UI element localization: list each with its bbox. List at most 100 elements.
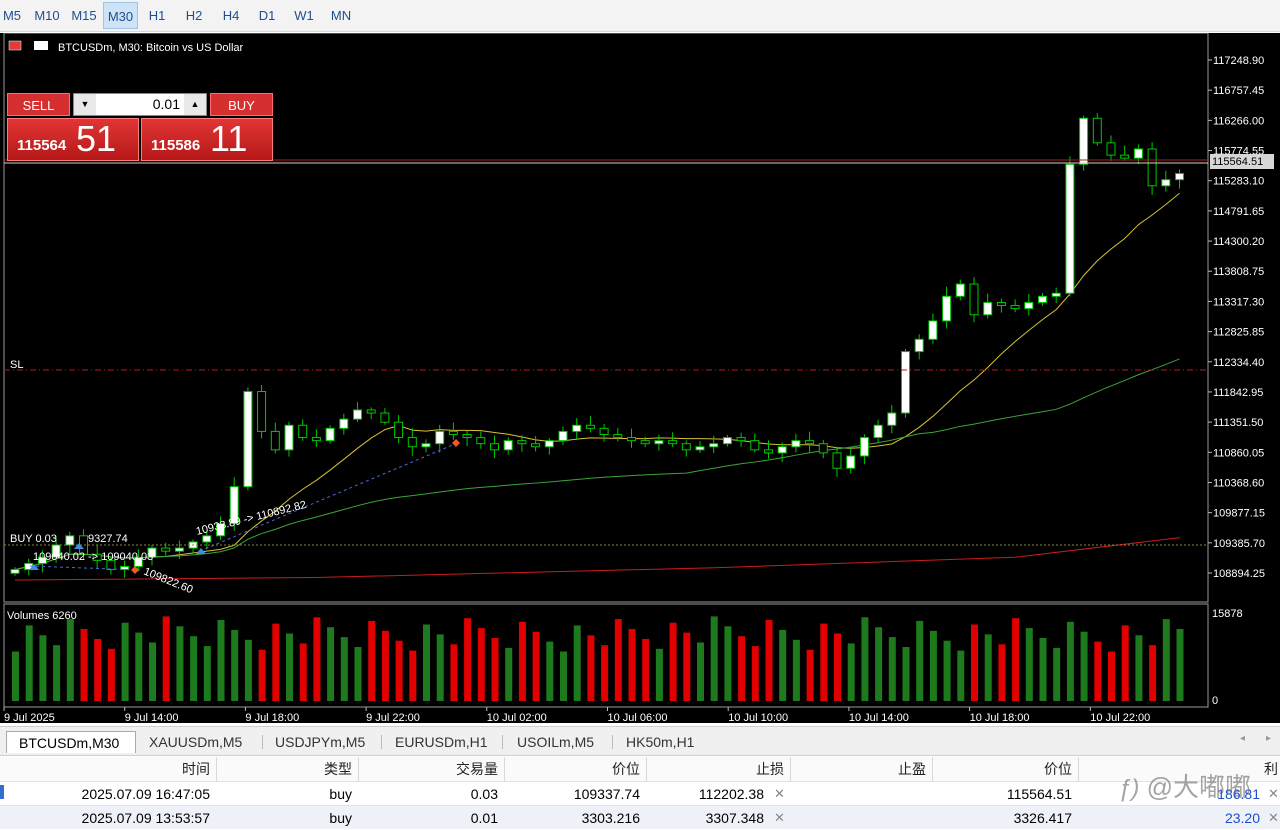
lot-decrease-icon[interactable]: ▼	[74, 94, 96, 115]
volume-bar	[546, 641, 554, 701]
price-axis-label: 113317.30	[1213, 296, 1264, 308]
lot-increase-icon[interactable]: ▲	[184, 94, 206, 115]
lot-size-value: 0.01	[152, 96, 180, 112]
chart-tab-btcusdm[interactable]: BTCUSDm,M30	[6, 731, 136, 753]
chart-tab-xauusdm[interactable]: XAUUSDm,M5	[149, 731, 242, 753]
candle-body	[668, 440, 678, 445]
volume-bar	[340, 637, 348, 701]
lot-size-input[interactable]: ▼ 0.01 ▲	[73, 93, 207, 116]
header-tp[interactable]: 止盈	[790, 757, 932, 781]
chart-tab-hk50m[interactable]: HK50m,H1	[626, 731, 694, 753]
candle-body	[161, 547, 171, 552]
time-axis-label: 9 Jul 18:00	[245, 712, 299, 723]
candle-body	[613, 433, 623, 439]
volume-bar	[1162, 619, 1170, 701]
sl-label: SL	[10, 359, 23, 371]
price-axis-label: 110860.05	[1213, 447, 1264, 459]
table-row[interactable]: 2025.07.09 16:47:05 buy 0.03 109337.74 1…	[0, 782, 1280, 805]
volume-bar	[1094, 641, 1102, 701]
price-axis-label: 114791.65	[1213, 206, 1264, 218]
header-current-price[interactable]: 价位	[932, 757, 1078, 781]
scroll-right-icon[interactable]: ▸	[1266, 733, 1271, 744]
candle-body	[942, 295, 952, 322]
volume-bar	[1135, 635, 1143, 701]
remove-sl-icon[interactable]: ✕	[774, 810, 785, 826]
volume-bar	[450, 644, 458, 701]
table-row[interactable]: 2025.07.09 13:53:57 buy 0.01 3303.216 33…	[0, 806, 1280, 829]
timeframe-w1-button[interactable]: W1	[289, 2, 319, 29]
volume-bar	[368, 620, 376, 701]
header-volume[interactable]: 交易量	[358, 757, 504, 781]
timeframe-h2-button[interactable]: H2	[180, 2, 208, 29]
volume-bar	[272, 623, 280, 701]
close-position-icon[interactable]: ✕	[1268, 786, 1279, 802]
cell-sl[interactable]: 3307.348	[646, 806, 770, 830]
price-axis-label: 111351.50	[1213, 417, 1263, 429]
volume-bar	[765, 620, 773, 701]
candle-body	[366, 409, 376, 414]
volume-bar	[1149, 645, 1157, 701]
fast-moving-average-line	[14, 192, 1180, 571]
candle-body	[1079, 117, 1089, 165]
volume-bar	[121, 622, 129, 701]
time-axis-label: 10 Jul 22:00	[1090, 712, 1150, 723]
timeframe-m15-button[interactable]: M15	[68, 2, 100, 29]
volume-bar	[560, 651, 567, 701]
header-price[interactable]: 价位	[504, 757, 646, 781]
candle-body	[777, 446, 787, 454]
volume-bar	[258, 649, 266, 701]
sell-button[interactable]: SELL	[7, 93, 70, 116]
timeframe-m30-button[interactable]: M30	[103, 2, 138, 29]
candle-body	[969, 283, 979, 316]
buy-price-box[interactable]: 115586 11	[141, 118, 273, 161]
sell-price-box[interactable]: 115564 51	[7, 118, 139, 161]
volume-bar	[217, 620, 225, 701]
cell-tp[interactable]	[790, 782, 932, 806]
timeframe-d1-button[interactable]: D1	[253, 2, 281, 29]
time-axis: 9 Jul 2025 9 Jul 14:00 9 Jul 18:00 9 Jul 22…	[3, 707, 1150, 723]
volume-bar	[39, 635, 47, 701]
volume-bar	[1025, 628, 1033, 701]
remove-sl-icon[interactable]: ✕	[774, 786, 785, 802]
candle-body	[585, 424, 595, 429]
timeframe-m10-button[interactable]: M10	[30, 2, 64, 29]
timeframe-h4-button[interactable]: H4	[217, 2, 245, 29]
header-sl[interactable]: 止损	[646, 757, 790, 781]
volume-bar	[888, 637, 896, 701]
close-position-icon[interactable]: ✕	[1268, 810, 1279, 826]
volume-bar	[971, 624, 978, 701]
timeframe-h1-button[interactable]: H1	[143, 2, 171, 29]
candle-body	[257, 391, 267, 432]
one-click-trading-panel: SELL ▼ 0.01 ▲ BUY 115564 51 115586 11	[7, 93, 273, 161]
volume-bar	[697, 642, 704, 701]
candle-body	[380, 412, 390, 423]
close-marker-icon	[452, 439, 460, 447]
volume-bar	[751, 646, 759, 701]
candle-body	[1161, 179, 1171, 187]
tab-divider	[612, 735, 613, 749]
volume-bar	[984, 634, 992, 701]
volume-bar	[162, 616, 170, 701]
chart-tab-usoilm[interactable]: USOILm,M5	[517, 731, 594, 753]
timeframe-m5-button[interactable]: M5	[0, 2, 24, 29]
cell-sl[interactable]: 112202.38	[646, 782, 770, 806]
scroll-left-icon[interactable]: ◂	[1240, 733, 1245, 744]
cell-tp[interactable]	[790, 806, 932, 830]
candle-body	[270, 430, 280, 451]
candle-body	[681, 443, 691, 451]
price-chart[interactable]: SL BUY 0.03 9327.74 109040.02 -> 109040.…	[0, 33, 1280, 723]
volume-bar	[505, 647, 513, 701]
volume-axis-max: 15878	[1212, 608, 1243, 620]
timeframe-mn-button[interactable]: MN	[326, 2, 356, 29]
medium-moving-average-line	[14, 358, 1180, 571]
volume-bar	[628, 629, 636, 701]
price-axis-label: 110368.60	[1213, 477, 1264, 489]
candle-body	[914, 338, 924, 353]
cell-current-price: 3326.417	[1013, 810, 1072, 826]
chart-tab-eurusdm[interactable]: EURUSDm,H1	[395, 731, 488, 753]
header-time[interactable]: 时间	[50, 757, 216, 781]
volume-bar	[847, 643, 855, 701]
buy-button[interactable]: BUY	[210, 93, 273, 116]
header-type[interactable]: 类型	[216, 757, 358, 781]
chart-tab-usdjpym[interactable]: USDJPYm,M5	[275, 731, 365, 753]
